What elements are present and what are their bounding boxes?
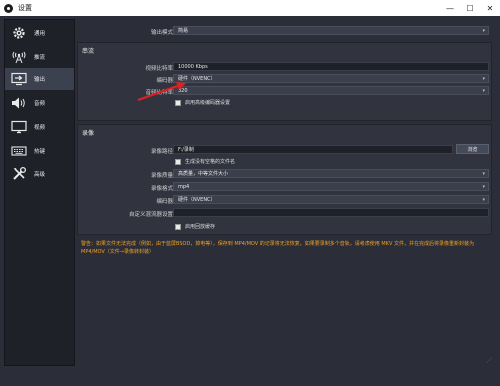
antenna-icon	[10, 49, 28, 65]
title-bar: 设置 — ☐ ✕	[0, 0, 500, 16]
custom-muxer-label: 自定义混流器设置	[128, 212, 173, 218]
sidebar-item-label: 输出	[34, 77, 46, 83]
monitor-icon	[10, 119, 28, 135]
browse-button[interactable]: 浏览	[456, 144, 489, 154]
sidebar-item-stream[interactable]: 推流	[5, 46, 74, 68]
recording-quality-select[interactable]: 高质量，中等文件大小 ▾	[173, 169, 489, 178]
sidebar-item-general[interactable]: 通用	[5, 22, 74, 44]
no-space-filename-checkbox[interactable]: 生成没有空格的文件名	[175, 158, 235, 165]
sidebar-item-audio[interactable]: 音频	[5, 92, 74, 114]
streaming-title: 串流	[82, 48, 95, 55]
advanced-encoder-label: 启用高级编码器设置	[185, 100, 231, 106]
resize-grip-icon[interactable]: ⋰	[486, 357, 492, 364]
video-bitrate-label: 视频比特率	[145, 66, 173, 72]
replay-buffer-checkbox[interactable]: 启用回放缓存	[175, 223, 215, 230]
recording-path-label: 录像路径	[150, 149, 173, 155]
sidebar-item-label: 音频	[34, 101, 46, 107]
browse-label: 浏览	[467, 146, 478, 153]
sidebar-item-label: 推流	[34, 55, 46, 61]
chevron-down-icon: ▾	[482, 28, 485, 34]
recording-format-label: 录像格式	[150, 186, 173, 192]
advanced-encoder-checkbox[interactable]: 启用高级编码器设置	[175, 99, 230, 106]
sidebar-item-output[interactable]: 输出	[5, 68, 74, 90]
speaker-icon	[10, 95, 28, 111]
chevron-down-icon: ▾	[482, 88, 485, 94]
checkbox-box[interactable]	[175, 223, 181, 230]
no-space-filename-label: 生成没有空格的文件名	[185, 159, 236, 165]
chevron-down-icon: ▾	[482, 171, 485, 177]
chevron-down-icon: ▾	[482, 184, 485, 190]
checkbox-box[interactable]	[175, 99, 181, 106]
recording-encoder-value: 硬件（NVENC）	[178, 197, 216, 203]
encoder-label: 编码器	[156, 78, 173, 84]
recording-section: 录像 录像路径 F:/录制 浏览 生成没有空格的文件名 录像质量 高质量，中等文…	[77, 124, 492, 235]
minimize-button[interactable]: —	[440, 0, 460, 16]
recording-path-input[interactable]: F:/录制	[173, 145, 453, 154]
chevron-down-icon: ▾	[482, 197, 485, 203]
close-button[interactable]: ✕	[480, 0, 500, 16]
sidebar-item-video[interactable]: 视频	[5, 116, 74, 138]
video-bitrate-input[interactable]: 10000 Kbps	[173, 62, 489, 71]
chevron-down-icon: ▾	[482, 76, 485, 82]
stream-encoder-select[interactable]: 硬件（NVENC） ▾	[173, 74, 489, 83]
gear-icon	[10, 25, 28, 41]
replay-buffer-label: 启用回放缓存	[185, 224, 216, 230]
output-mode-select[interactable]: 简易 ▾	[173, 26, 489, 35]
obs-logo-icon	[4, 3, 13, 13]
recording-title: 录像	[82, 130, 95, 137]
sidebar-item-advanced[interactable]: 高级	[5, 163, 74, 185]
maximize-button[interactable]: ☐	[460, 0, 480, 16]
mp4-warning-text: 警告：如果文件无法完成（例如，由于蓝屏BSOD，掉电等），保存到 MP4/MOV…	[81, 241, 474, 255]
sidebar-item-label: 通用	[34, 31, 46, 37]
recording-format-select[interactable]: mp4 ▾	[173, 182, 489, 191]
sidebar-item-label: 视频	[34, 125, 46, 131]
streaming-section: 串流 视频比特率 10000 Kbps 编码器 硬件（NVENC） ▾ 音频比特…	[77, 42, 492, 121]
checkbox-box[interactable]	[175, 158, 181, 165]
settings-sidebar: 通用 推流 输出 音频 视频 热键 高级	[4, 19, 75, 366]
sidebar-item-label: 热键	[34, 149, 46, 155]
recording-path-value: F:/录制	[178, 147, 194, 153]
keyboard-icon	[10, 143, 28, 159]
output-mode-value: 简易	[178, 28, 189, 34]
tools-icon	[10, 166, 28, 182]
recording-quality-value: 高质量，中等文件大小	[178, 171, 229, 177]
settings-content: 输出模式 简易 ▾ 串流 视频比特率 10000 Kbps 编码器 硬件（NVE…	[77, 19, 494, 366]
sidebar-item-hotkeys[interactable]: 热键	[5, 140, 74, 162]
recording-format-value: mp4	[178, 183, 190, 190]
stream-encoder-value: 硬件（NVENC）	[178, 76, 216, 82]
output-icon	[10, 71, 28, 87]
audio-bitrate-label: 音频比特率	[145, 90, 173, 96]
audio-bitrate-select[interactable]: 320 ▾	[173, 86, 489, 95]
custom-muxer-input[interactable]	[173, 208, 489, 217]
output-mode-label: 输出模式	[150, 30, 173, 36]
recording-encoder-label: 编码器	[156, 199, 173, 205]
video-bitrate-value: 10000 Kbps	[178, 63, 208, 70]
recording-encoder-select[interactable]: 硬件（NVENC） ▾	[173, 195, 489, 204]
window-title: 设置	[18, 4, 32, 12]
sidebar-item-label: 高级	[34, 172, 46, 178]
recording-quality-label: 录像质量	[150, 173, 173, 179]
audio-bitrate-value: 320	[178, 87, 188, 94]
